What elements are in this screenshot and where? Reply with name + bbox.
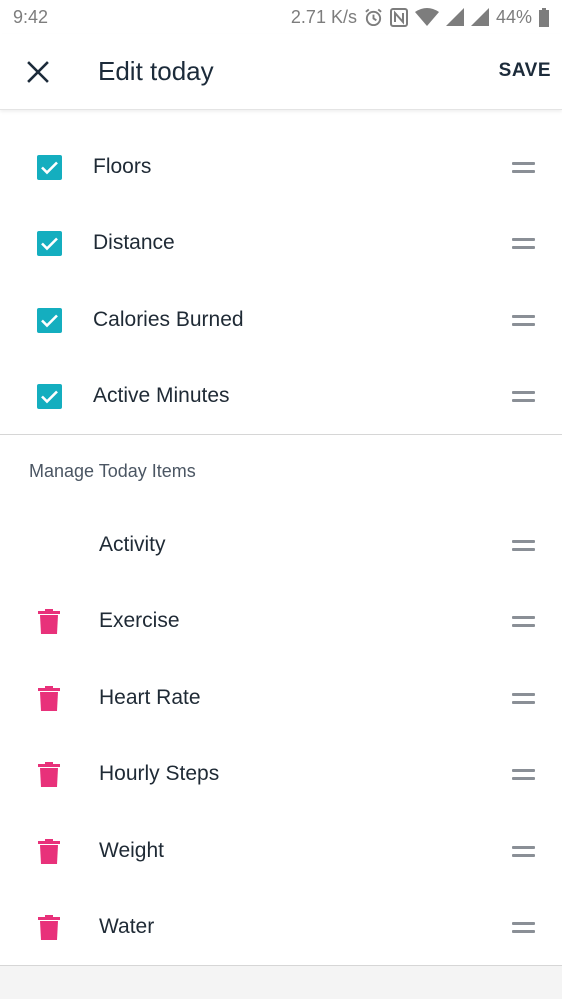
trash-icon[interactable] xyxy=(38,761,60,787)
alarm-icon xyxy=(365,8,382,26)
checkbox[interactable] xyxy=(37,307,62,333)
drag-handle-icon[interactable] xyxy=(512,845,535,857)
nfc-icon xyxy=(389,7,408,27)
trash-icon[interactable] xyxy=(38,608,60,634)
item-label: Active Minutes xyxy=(93,384,230,407)
item-label: Distance xyxy=(93,231,175,254)
trash-icon[interactable] xyxy=(38,914,60,940)
battery-percent: 44% xyxy=(495,6,532,27)
drag-handle-icon[interactable] xyxy=(512,692,535,704)
drag-handle-icon[interactable] xyxy=(512,921,535,933)
drag-handle-icon[interactable] xyxy=(512,237,535,249)
checked-item-row[interactable]: Calories Burned xyxy=(0,282,562,358)
app-bar: Edit today SAVE xyxy=(0,34,562,110)
checked-item-row[interactable]: Active Minutes xyxy=(0,358,562,434)
item-label: Activity xyxy=(99,533,166,556)
checkmark-icon xyxy=(41,390,58,403)
item-label: Exercise xyxy=(99,609,180,632)
drag-handle-icon[interactable] xyxy=(512,161,535,173)
signal-icon-2 xyxy=(470,8,489,26)
bottom-area xyxy=(0,966,562,999)
section-divider xyxy=(0,434,562,435)
checked-item-row[interactable]: Distance xyxy=(0,205,562,281)
status-bar: 9:42 2.71 K/s 44% xyxy=(0,0,562,34)
item-label: Hourly Steps xyxy=(99,762,220,785)
checkbox[interactable] xyxy=(37,230,62,256)
page-title: Edit today xyxy=(98,56,214,86)
checked-item-row[interactable]: Floors xyxy=(0,129,562,205)
manage-item-row[interactable]: Activity xyxy=(0,507,562,583)
status-time: 9:42 xyxy=(13,6,49,27)
checkmark-icon xyxy=(41,237,58,250)
manage-item-row[interactable]: Heart Rate xyxy=(0,660,562,736)
item-label: Calories Burned xyxy=(93,308,244,331)
wifi-icon xyxy=(414,8,439,26)
manage-item-row[interactable]: Exercise xyxy=(0,583,562,659)
manage-item-row[interactable]: Weight xyxy=(0,813,562,889)
checkbox[interactable] xyxy=(37,383,62,409)
manage-section-title: Manage Today Items xyxy=(29,461,196,481)
status-icons: 2.71 K/s 44% xyxy=(291,7,549,28)
manage-item-row[interactable]: Hourly Steps xyxy=(0,736,562,812)
signal-icon xyxy=(445,8,464,26)
drag-handle-icon[interactable] xyxy=(512,539,535,551)
drag-handle-icon[interactable] xyxy=(512,768,535,780)
trash-icon[interactable] xyxy=(38,685,60,711)
close-button[interactable] xyxy=(22,56,54,88)
item-label: Floors xyxy=(93,155,152,178)
close-icon xyxy=(27,61,49,83)
checkmark-icon xyxy=(41,161,58,174)
trash-icon[interactable] xyxy=(38,838,60,864)
drag-handle-icon[interactable] xyxy=(512,314,535,326)
network-speed: 2.71 K/s xyxy=(290,6,357,27)
checkbox[interactable] xyxy=(37,154,62,180)
manage-item-row[interactable]: Water xyxy=(0,889,562,965)
battery-icon xyxy=(539,7,549,27)
drag-handle-icon[interactable] xyxy=(512,615,535,627)
item-label: Weight xyxy=(99,839,164,862)
item-label: Water xyxy=(99,915,155,938)
item-label: Heart Rate xyxy=(99,686,201,709)
drag-handle-icon[interactable] xyxy=(512,390,535,402)
checkmark-icon xyxy=(41,314,58,327)
save-button[interactable]: SAVE xyxy=(499,60,551,82)
